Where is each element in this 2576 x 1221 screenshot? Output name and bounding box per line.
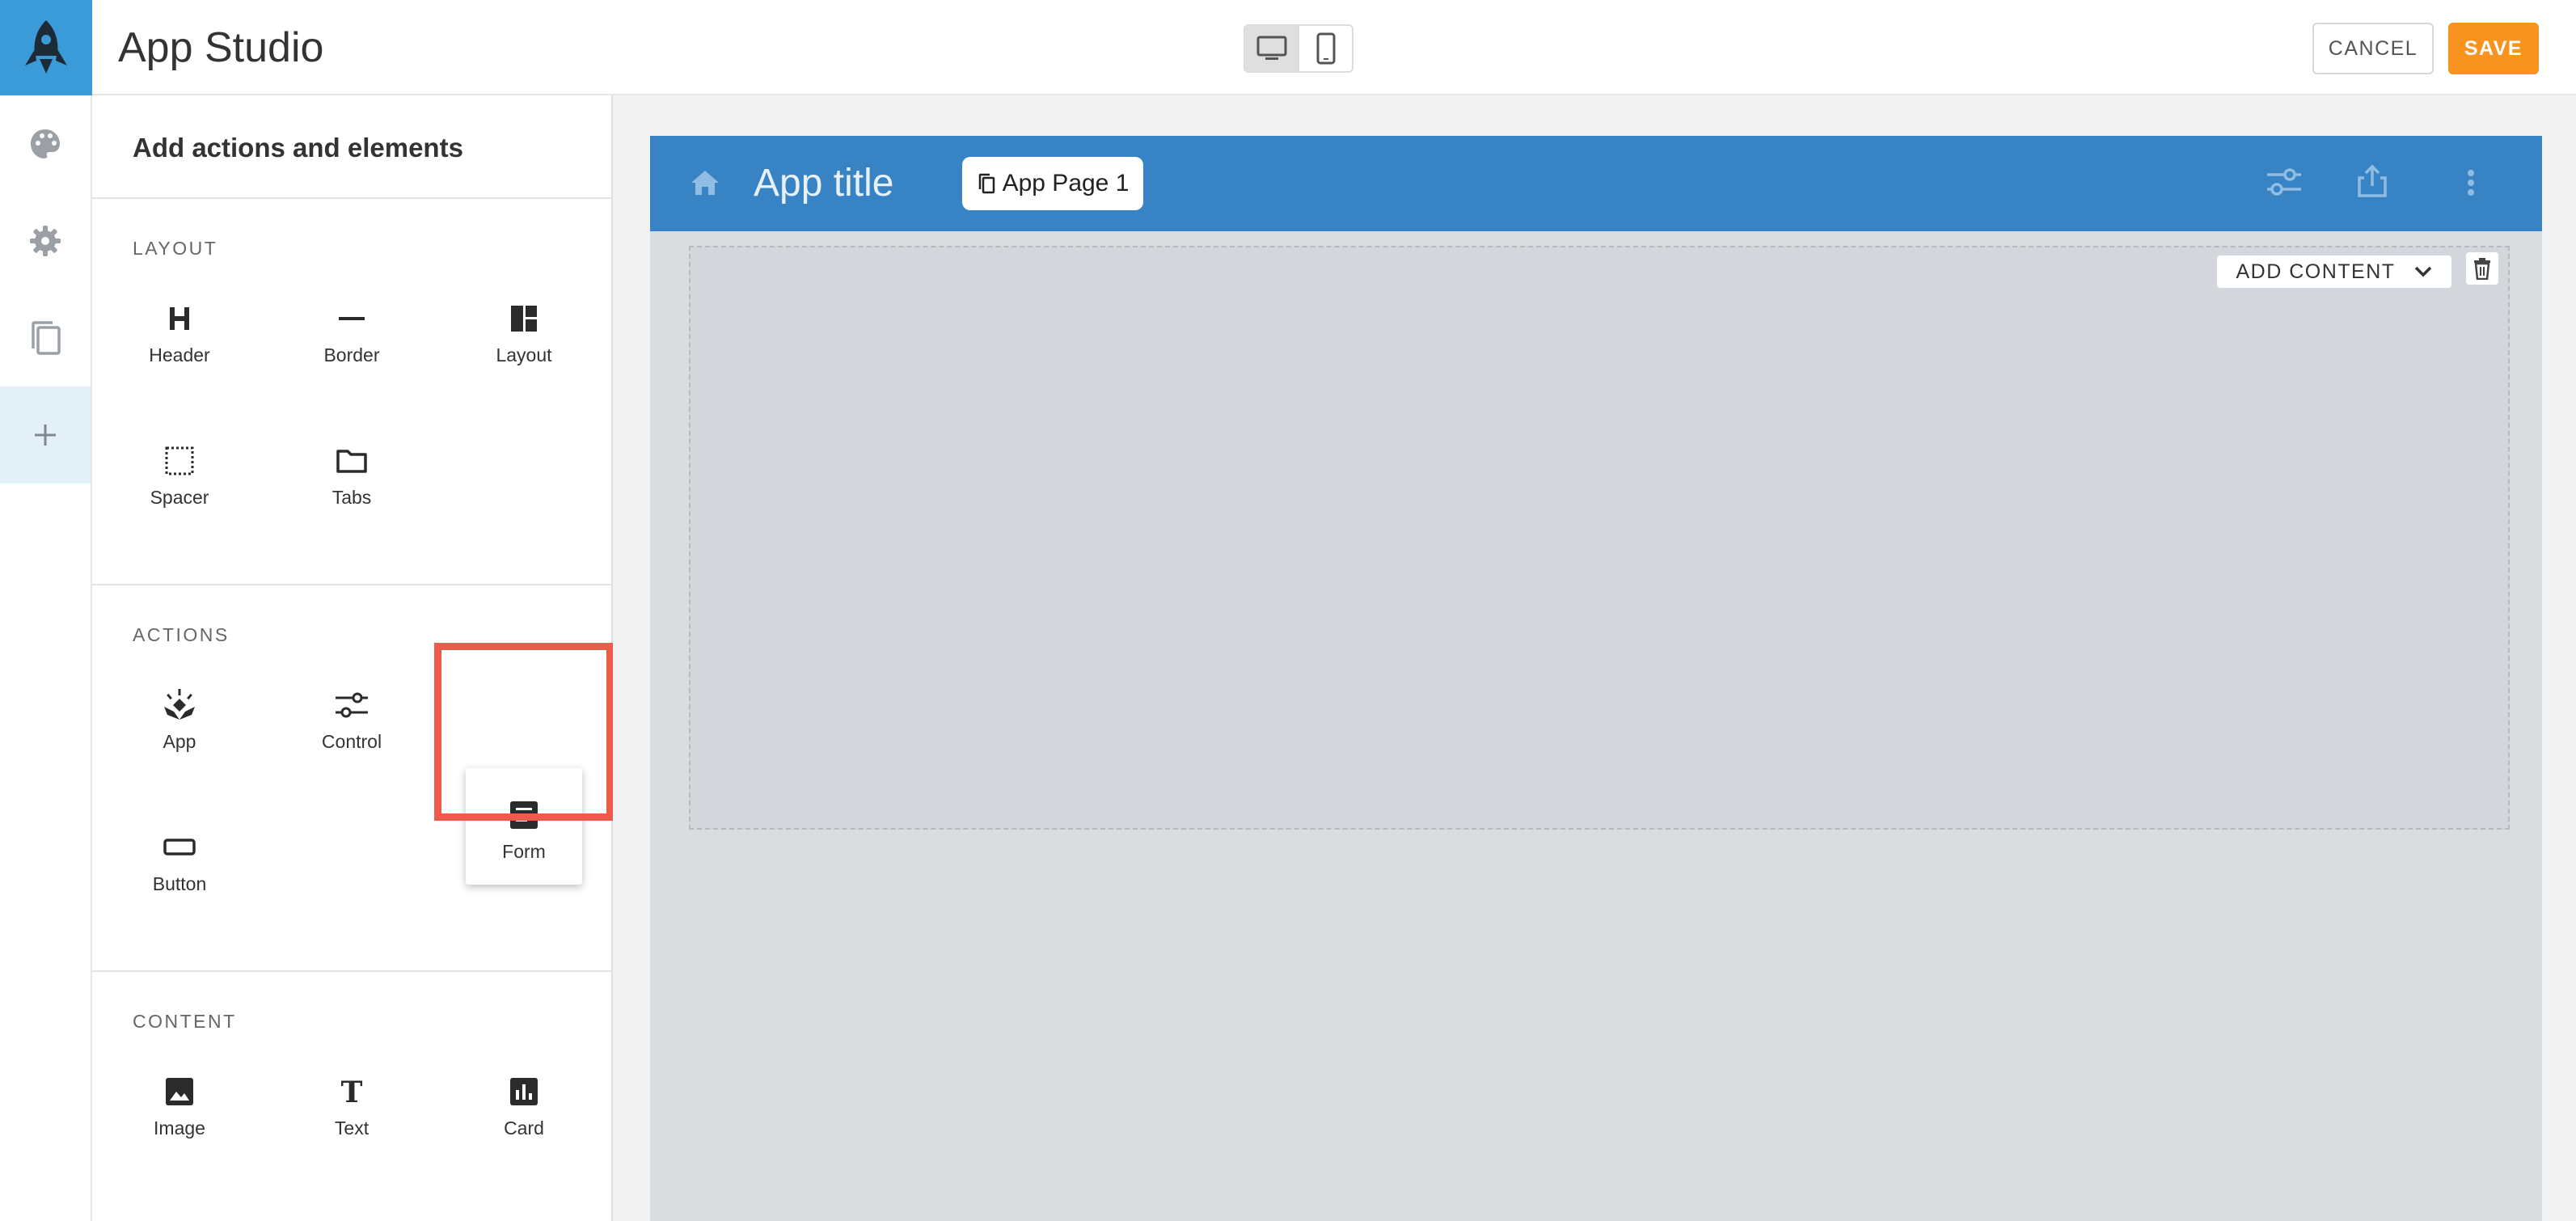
- form-icon: [509, 797, 539, 833]
- page-selector[interactable]: App Page 1: [962, 157, 1143, 210]
- section-label-actions: ACTIONS: [133, 624, 230, 645]
- element-border[interactable]: Border: [293, 272, 410, 388]
- mobile-icon: [1316, 32, 1335, 65]
- svg-text:T: T: [341, 1077, 363, 1106]
- rail-item-settings[interactable]: [0, 192, 91, 289]
- element-label: Image: [154, 1117, 205, 1139]
- home-icon[interactable]: [689, 168, 721, 197]
- element-label: Tabs: [332, 487, 372, 508]
- rail-item-pages[interactable]: [0, 289, 91, 387]
- element-label: Spacer: [150, 487, 209, 508]
- folder-icon: [336, 443, 368, 479]
- rail-item-theme[interactable]: [0, 95, 91, 192]
- preview-canvas: App title App Page 1 ADD CONTENT: [613, 95, 2576, 1221]
- add-elements-panel: Add actions and elements LAYOUT Header B…: [92, 95, 613, 1221]
- left-rail: [0, 95, 92, 1221]
- element-tabs[interactable]: Tabs: [293, 414, 410, 530]
- element-label: Border: [323, 344, 380, 365]
- element-label: App: [163, 731, 196, 752]
- divider: [92, 584, 611, 585]
- header-icon: [167, 301, 192, 336]
- element-app[interactable]: App: [121, 658, 238, 775]
- add-content-label: ADD CONTENT: [2236, 260, 2396, 283]
- chart-card-icon: [509, 1074, 539, 1109]
- plus-icon: [35, 425, 56, 446]
- sliders-icon[interactable]: [2264, 165, 2303, 199]
- spacer-icon: [165, 443, 194, 479]
- element-button[interactable]: Button: [121, 801, 238, 917]
- app-icon: [161, 687, 198, 723]
- content-drop-zone[interactable]: ADD CONTENT: [689, 246, 2510, 830]
- element-card[interactable]: Card: [466, 1045, 582, 1161]
- section-label-layout: LAYOUT: [133, 238, 218, 259]
- device-toggle: [1244, 24, 1353, 73]
- mobile-view-button[interactable]: [1298, 26, 1352, 71]
- chevron-down-icon: [2414, 266, 2431, 277]
- element-header[interactable]: Header: [121, 272, 238, 388]
- save-button[interactable]: SAVE: [2448, 23, 2539, 74]
- desktop-icon: [1256, 36, 1286, 60]
- element-label: Form: [502, 841, 546, 862]
- copy-pages-icon: [32, 321, 61, 355]
- app-header: App title App Page 1: [650, 136, 2542, 231]
- top-bar: App Studio CANCEL SAVE: [0, 0, 2576, 95]
- element-text[interactable]: T Text: [293, 1045, 410, 1161]
- delete-section-button[interactable]: [2466, 252, 2498, 285]
- copy-pages-icon: [978, 173, 995, 194]
- rocket-logo-icon[interactable]: [0, 0, 92, 95]
- add-content-dropdown[interactable]: ADD CONTENT: [2217, 256, 2451, 288]
- more-vert-icon[interactable]: [2466, 167, 2476, 199]
- gear-icon: [30, 226, 61, 256]
- element-label: Control: [321, 731, 382, 752]
- trash-icon: [2474, 258, 2490, 280]
- element-label: Text: [334, 1117, 370, 1139]
- app-title[interactable]: App title: [754, 160, 893, 207]
- element-label: Header: [149, 344, 210, 365]
- element-layout[interactable]: Layout: [466, 272, 582, 388]
- element-form[interactable]: Form: [466, 768, 582, 885]
- divider: [92, 197, 611, 199]
- element-control[interactable]: Control: [293, 658, 410, 775]
- desktop-view-button[interactable]: [1245, 26, 1298, 71]
- app-name: App Studio: [118, 24, 324, 71]
- sliders-icon: [334, 687, 370, 723]
- text-icon: T: [338, 1074, 365, 1109]
- element-spacer[interactable]: Spacer: [121, 414, 238, 530]
- divider: [92, 970, 611, 972]
- element-label: Layout: [496, 344, 552, 365]
- element-label: Button: [152, 873, 207, 894]
- button-icon: [163, 830, 196, 865]
- border-icon: [338, 301, 365, 336]
- panel-title: Add actions and elements: [133, 133, 463, 163]
- page-chip-label: App Page 1: [1002, 170, 1130, 196]
- element-image[interactable]: Image: [121, 1045, 238, 1161]
- section-label-content: CONTENT: [133, 1011, 237, 1032]
- layout-icon: [510, 301, 538, 336]
- palette-icon: [31, 129, 60, 158]
- app-preview: App title App Page 1 ADD CONTENT: [650, 136, 2542, 1221]
- element-label: Card: [504, 1117, 544, 1139]
- rail-item-add[interactable]: [0, 387, 91, 484]
- share-icon[interactable]: [2356, 163, 2388, 199]
- cancel-button[interactable]: CANCEL: [2312, 23, 2434, 74]
- image-icon: [164, 1074, 195, 1109]
